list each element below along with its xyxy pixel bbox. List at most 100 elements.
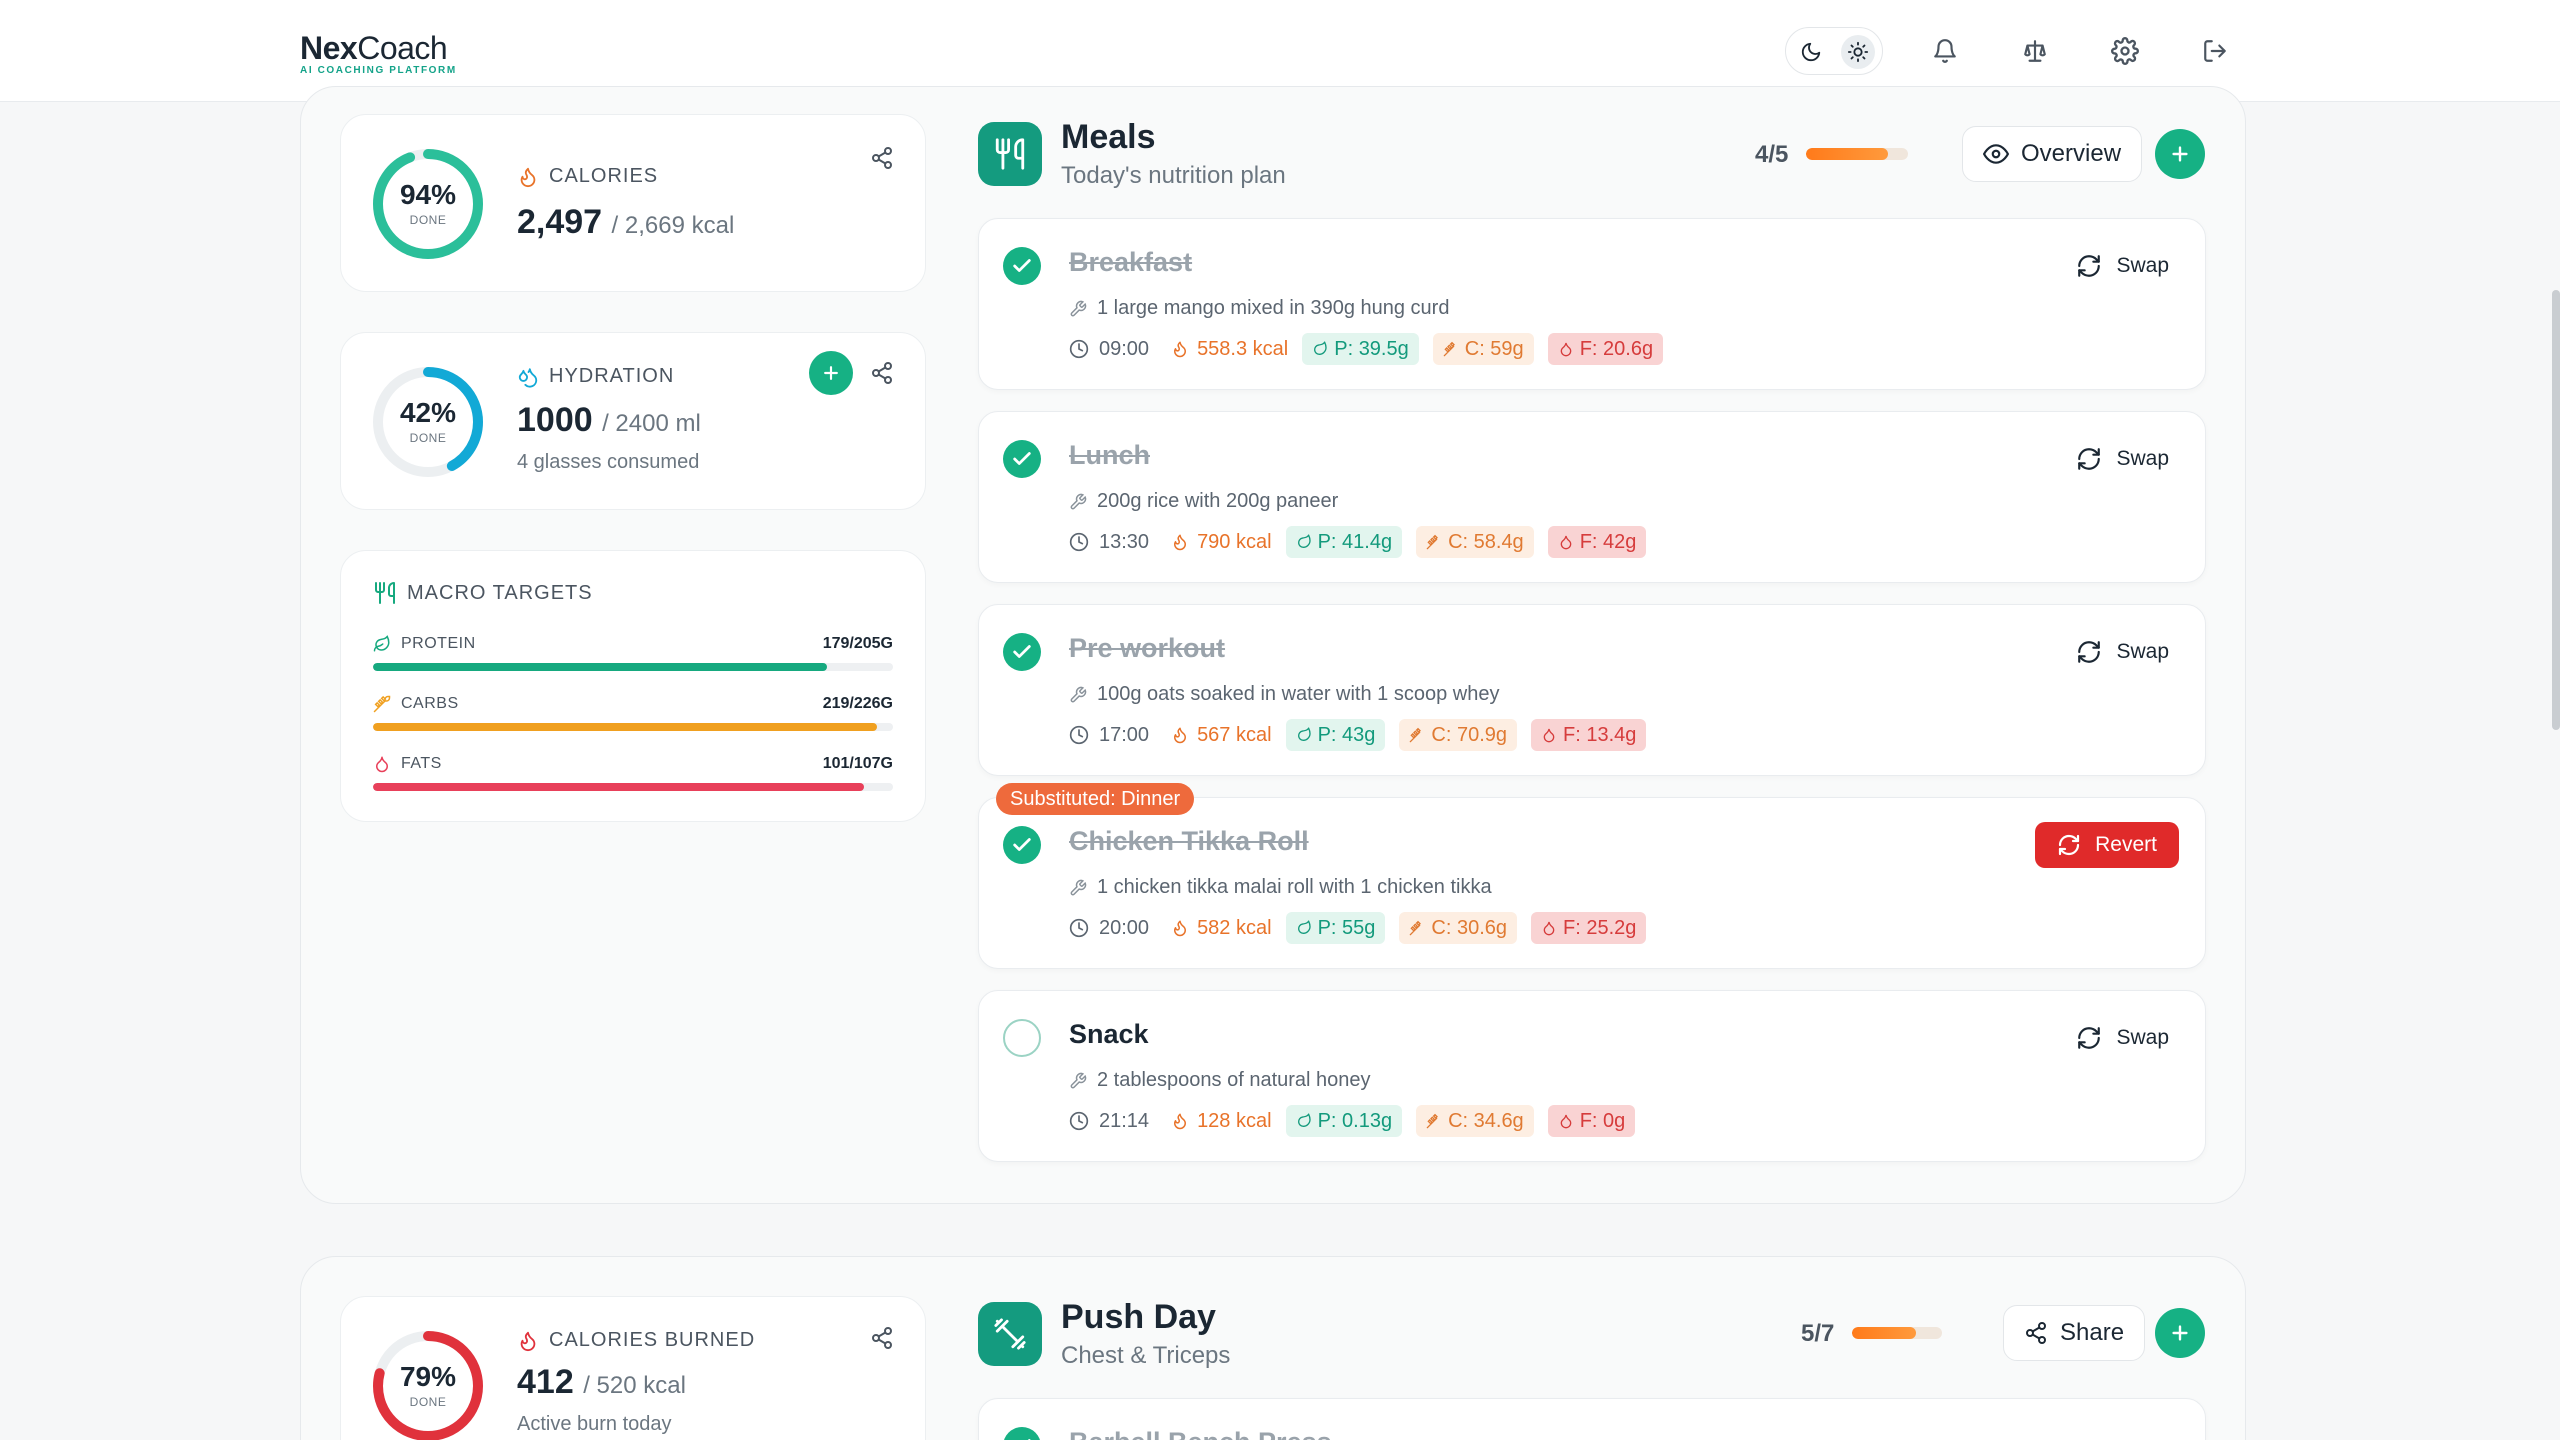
wheat-icon xyxy=(1410,727,1422,743)
refresh-icon xyxy=(2078,641,2101,663)
wheat-icon xyxy=(373,695,391,713)
share-icon xyxy=(872,362,892,384)
meal-meta: 09:00 558.3 kcal P: 39.5g C: 59g F: 20.6… xyxy=(1069,333,1664,365)
leaf-icon xyxy=(1297,920,1311,935)
swap-button[interactable]: Swap xyxy=(2076,253,2169,279)
leaf-icon xyxy=(1297,534,1311,549)
droplet-icon xyxy=(1560,1114,1572,1129)
meal-checkbox[interactable] xyxy=(1003,1019,1041,1057)
clock-icon xyxy=(1069,1111,1089,1131)
meal-checkbox[interactable] xyxy=(1003,633,1041,671)
logout-icon xyxy=(2204,40,2226,62)
refresh-icon xyxy=(2059,834,2080,856)
meals-title: Meals xyxy=(1061,118,1156,156)
brand-name: NexCoach xyxy=(300,30,448,66)
flame-icon xyxy=(520,1331,536,1351)
meal-checkbox[interactable] xyxy=(1003,826,1041,864)
meal-meta: 20:00 582 kcal P: 55g C: 30.6g F: 25.2g xyxy=(1069,912,1647,944)
meal-card-snack: Snack 2 tablespoons of natural honey 21:… xyxy=(978,990,2206,1162)
eye-icon xyxy=(1983,144,2009,164)
gear-icon xyxy=(2111,37,2139,65)
settings-button[interactable] xyxy=(2104,30,2146,72)
fat-chip: F: 42g xyxy=(1547,526,1647,558)
page-scrollbar[interactable] xyxy=(2552,290,2560,730)
leaf-icon xyxy=(1314,341,1327,356)
share-workout-button[interactable]: Share xyxy=(2003,1305,2146,1361)
meal-description: 100g oats soaked in water with 1 scoop w… xyxy=(1069,683,1499,706)
meal-name: Pre workout xyxy=(1069,633,1226,663)
hydration-subtext: 4 glasses consumed xyxy=(517,451,700,473)
moon-icon xyxy=(1801,42,1821,62)
flame-icon xyxy=(1174,920,1187,937)
light-mode-button[interactable] xyxy=(1841,35,1875,69)
carbs-chip: C: 34.6g xyxy=(1416,1105,1534,1137)
burned-share-button[interactable] xyxy=(865,1321,899,1355)
calories-share-button[interactable] xyxy=(865,141,899,175)
droplets-icon xyxy=(518,367,538,388)
meals-section-icon xyxy=(978,122,1042,186)
flame-icon xyxy=(1174,341,1187,358)
fat-chip: F: 0g xyxy=(1547,1105,1636,1137)
theme-toggle[interactable] xyxy=(1785,27,1883,75)
check-icon xyxy=(1027,1439,1031,1440)
add-meal-button[interactable] xyxy=(2155,129,2205,179)
plus-icon xyxy=(824,366,838,380)
refresh-icon xyxy=(2078,1027,2101,1049)
macro-targets-card: MACRO TARGETS PROTEIN 179/205G CARBS 219… xyxy=(340,550,926,822)
calories-title: CALORIES xyxy=(517,165,658,188)
carbs-chip: C: 70.9g xyxy=(1399,719,1517,751)
meals-subtitle: Today's nutrition plan xyxy=(1061,162,1286,189)
wrench-icon xyxy=(1070,493,1087,509)
droplet-icon xyxy=(1560,535,1572,550)
meal-checkbox[interactable] xyxy=(1003,440,1041,478)
fat-chip: F: 25.2g xyxy=(1531,912,1647,944)
meal-meta: 17:00 567 kcal P: 43g C: 70.9g F: 13.4g xyxy=(1069,719,1647,751)
meal-name: Chicken Tikka Roll xyxy=(1069,826,1309,856)
notifications-button[interactable] xyxy=(1924,30,1966,72)
wheat-icon xyxy=(1426,1113,1439,1129)
share-icon xyxy=(872,147,892,169)
macro-row-protein: PROTEIN 179/205G xyxy=(373,635,893,671)
burned-subtext: Active burn today xyxy=(517,1413,672,1435)
wrench-icon xyxy=(1070,686,1087,702)
weight-button[interactable] xyxy=(2014,30,2056,72)
overview-button[interactable]: Overview xyxy=(1962,126,2143,182)
meal-card-pre-workout: Pre workout 100g oats soaked in water wi… xyxy=(978,604,2206,776)
meal-checkbox[interactable] xyxy=(1003,247,1041,285)
utensils-icon xyxy=(995,138,1025,170)
hydration-share-button[interactable] xyxy=(865,356,899,390)
meal-card-dinner-substituted: Chicken Tikka Roll 1 chicken tikka malai… xyxy=(978,797,2206,969)
dumbbell-icon xyxy=(994,1318,1026,1350)
clock-icon xyxy=(1069,918,1089,938)
exercise-checkbox[interactable] xyxy=(1003,1427,1041,1440)
macro-targets-title: MACRO TARGETS xyxy=(373,581,593,605)
dark-mode-button[interactable] xyxy=(1794,35,1828,69)
refresh-icon xyxy=(2078,255,2101,277)
hydration-value: 1000 / 2400 ml xyxy=(517,401,701,439)
share-icon xyxy=(872,1327,892,1349)
revert-button[interactable]: Revert xyxy=(2035,822,2179,868)
protein-chip: P: 41.4g xyxy=(1285,526,1403,558)
droplet-icon xyxy=(376,756,388,773)
meals-progress-count: 4/5 xyxy=(1755,141,1789,168)
meal-description: 1 chicken tikka malai roll with 1 chicke… xyxy=(1069,876,1492,899)
refresh-icon xyxy=(2078,448,2101,470)
calories-card: 94% DONE CALORIES 2,497 / 2,669 kcal xyxy=(340,114,926,292)
swap-button[interactable]: Swap xyxy=(2076,1025,2169,1051)
protein-chip: P: 39.5g xyxy=(1302,333,1419,365)
leaf-icon xyxy=(373,635,390,652)
calories-value: 2,497 / 2,669 kcal xyxy=(517,203,735,241)
calories-burned-card: 79% DONE CALORIES BURNED 412 / 520 kcal … xyxy=(340,1296,926,1440)
clock-icon xyxy=(1069,725,1089,745)
brand-logo[interactable]: NexCoach AI COACHING PLATFORM xyxy=(300,30,457,76)
sun-icon xyxy=(1847,41,1869,63)
carbs-chip: C: 30.6g xyxy=(1399,912,1517,944)
add-exercise-button[interactable] xyxy=(2155,1308,2205,1358)
macro-row-fats: FATS 101/107G xyxy=(373,755,893,791)
swap-button[interactable]: Swap xyxy=(2076,446,2169,472)
fat-chip: F: 13.4g xyxy=(1531,719,1647,751)
logout-button[interactable] xyxy=(2194,30,2236,72)
share-icon xyxy=(2026,1322,2046,1344)
add-water-button[interactable] xyxy=(809,351,853,395)
swap-button[interactable]: Swap xyxy=(2076,639,2169,665)
